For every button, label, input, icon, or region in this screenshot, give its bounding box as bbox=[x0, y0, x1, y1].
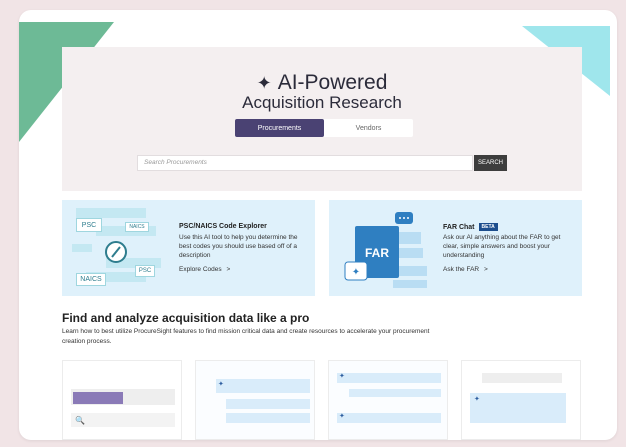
section-description: Learn how to best utilize ProcureSight f… bbox=[62, 328, 430, 345]
far-chat-description: Ask our AI anything about the FAR to get… bbox=[443, 234, 561, 259]
feature-thumbnail-2[interactable]: ✦ bbox=[195, 360, 315, 440]
feature-thumbnail-4[interactable]: ✦ bbox=[461, 360, 581, 440]
naics-tag-small: NAICS bbox=[125, 222, 149, 232]
ask-the-far-link[interactable]: Ask the FAR > bbox=[443, 266, 488, 273]
search-icon: 🔍 bbox=[75, 416, 85, 425]
psc-tag: PSC bbox=[76, 218, 102, 232]
feature-thumbnail-1[interactable]: 🔍 bbox=[62, 360, 182, 440]
far-doc-label: FAR bbox=[365, 246, 389, 260]
sparkle-icon: ✦ bbox=[218, 381, 224, 388]
sparkle-icon: ✦ bbox=[474, 396, 480, 403]
hero-subtitle: Acquisition Research bbox=[242, 93, 402, 112]
far-chat-illustration: FAR ✦ bbox=[344, 212, 427, 288]
feature-thumbnail-3[interactable]: ✦ ✦ bbox=[328, 360, 448, 440]
hero-title: ✦ AI-Powered bbox=[256, 71, 388, 94]
tab-procurements[interactable]: Procurements bbox=[235, 119, 324, 137]
code-explorer-title: PSC/NAICS Code Explorer bbox=[179, 223, 267, 230]
tab-vendors[interactable]: Vendors bbox=[324, 119, 413, 137]
search-input[interactable]: Search Procurements bbox=[137, 155, 473, 171]
sparkle-icon: ✦ bbox=[339, 413, 345, 420]
svg-text:✦: ✦ bbox=[352, 267, 360, 278]
explore-codes-link[interactable]: Explore Codes > bbox=[179, 266, 230, 273]
code-explorer-description: Use this AI tool to help you determine t… bbox=[179, 234, 298, 259]
sparkle-icon: ✦ bbox=[339, 373, 345, 380]
beta-badge: BETA bbox=[478, 223, 498, 231]
search-button[interactable]: SEARCH bbox=[474, 155, 507, 171]
sparkle-icon: ✦ bbox=[256, 73, 272, 93]
section-title: Find and analyze acquisition data like a… bbox=[62, 311, 310, 325]
code-explorer-card[interactable]: PSC NAICS NAICS PSC PSC/NAICS Code Explo… bbox=[62, 200, 315, 296]
far-chat-title: FAR Chat BETA bbox=[443, 223, 498, 231]
compass-icon bbox=[105, 241, 127, 263]
chevron-right-icon: > bbox=[483, 266, 488, 273]
hero-section: ✦ AI-Powered Acquisition Research Procure… bbox=[62, 47, 582, 191]
search-mode-tabs: Procurements Vendors bbox=[235, 119, 413, 137]
naics-tag: NAICS bbox=[76, 273, 106, 286]
far-chat-card[interactable]: FAR ✦ FAR Chat BETA Ask our AI anything a… bbox=[329, 200, 582, 296]
psc-tag-small: PSC bbox=[135, 265, 155, 277]
sparkle-icon: ✦ bbox=[344, 261, 368, 281]
chevron-right-icon: > bbox=[226, 266, 231, 273]
chat-bubble-icon bbox=[395, 212, 413, 224]
